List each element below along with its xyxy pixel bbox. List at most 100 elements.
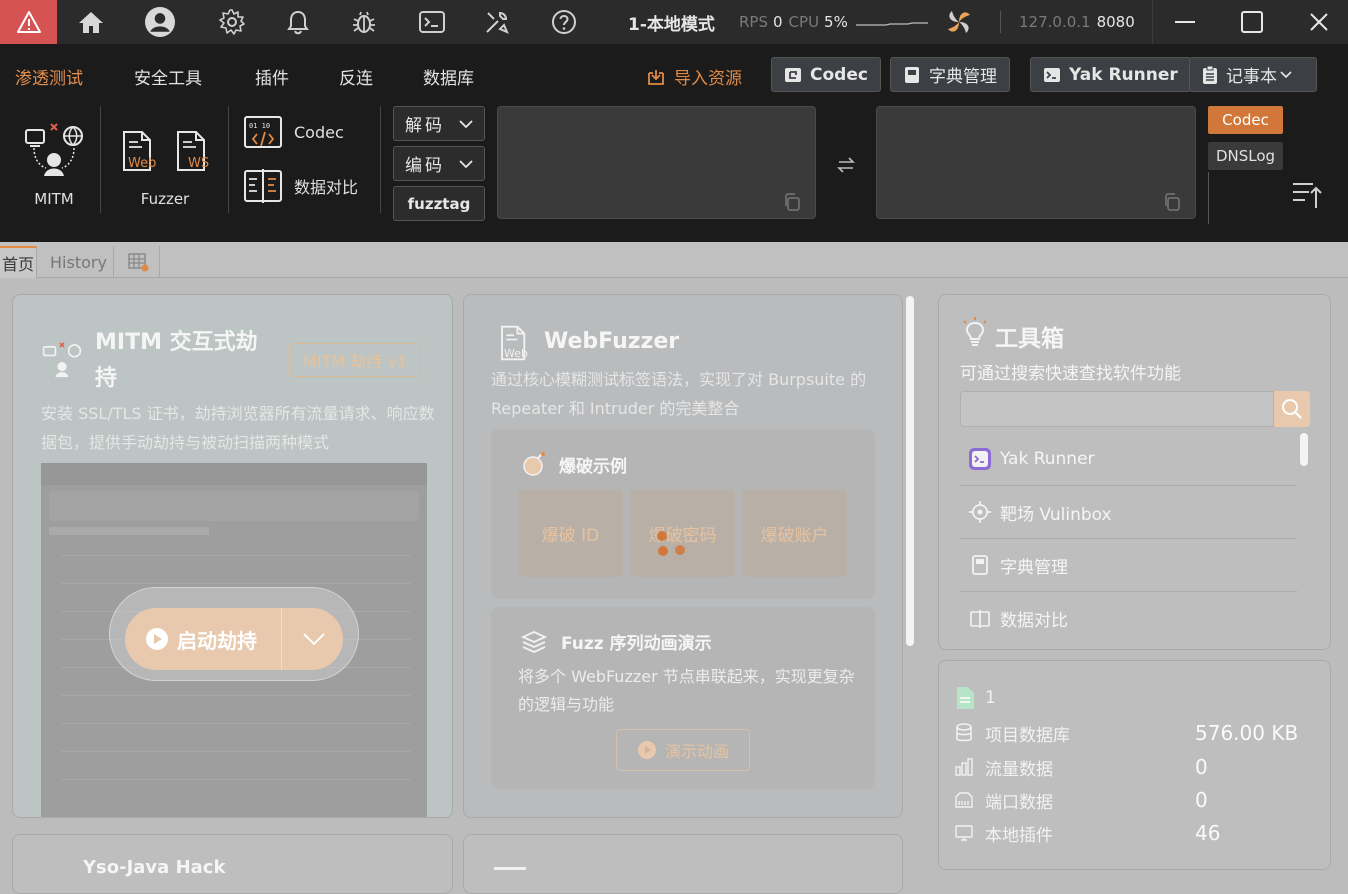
demo-animation-button[interactable]: 演示动画 [616,729,750,771]
mitm-tool[interactable]: MITM [22,122,86,208]
page-tab-bar: 首页 History [0,242,1348,278]
gear-icon [219,9,245,35]
info-label: 项目数据库 [985,725,1070,746]
tab-table[interactable] [116,246,160,278]
import-label: 导入资源 [674,69,742,89]
tools-button[interactable] [482,7,512,37]
menu-item-reverse[interactable]: 反连 [339,64,373,89]
help-button[interactable] [549,7,579,37]
swap-icon[interactable] [836,155,856,175]
cpu-label: CPU [788,13,820,31]
toolbox-description: 可通过搜索快速查找软件功能 [960,364,1181,384]
menu-item-pentest[interactable]: 渗透测试 [15,64,83,89]
toolbox-search-input[interactable] [960,391,1274,427]
plugin-logo-icon[interactable] [944,7,974,37]
tab-home[interactable]: 首页 [0,246,38,278]
burst-id-button[interactable]: 爆破 ID [518,489,623,577]
copy-icon[interactable] [1163,193,1181,211]
info-row-traffic: 流量数据 0 [955,752,1315,782]
menu-item-plugins[interactable]: 插件 [255,64,289,89]
project-name-row: 1 [955,683,1315,713]
burst-account-button[interactable]: 爆破账户 [742,489,847,577]
settings-button[interactable] [217,7,247,37]
dictionary-button-label: 字典管理 [929,67,997,87]
codec-icon: 01 10 [244,116,282,148]
demo-animation-label: 演示动画 [664,742,729,761]
help-icon [552,10,576,34]
collapse-icon[interactable] [1291,178,1323,210]
web-fuzzer-shortcut[interactable]: Web [120,130,156,172]
engine-mode[interactable]: 1-本地模式 [628,0,715,44]
compare-tool[interactable]: 数据对比 [243,167,358,205]
copy-icon[interactable] [783,193,801,211]
toolbox-item-vulinbox[interactable]: 靶场 Vulinbox [960,486,1297,539]
close-button[interactable] [1287,0,1348,44]
terminal-icon [419,11,445,33]
next-feature-card[interactable] [463,834,903,894]
codec-button[interactable]: Codec [771,57,881,92]
toolbox-item-label: 数据对比 [1000,611,1068,631]
debug-button[interactable] [349,7,379,37]
monitor-icon [955,825,973,841]
notepad-button[interactable]: 记事本 [1189,57,1317,92]
import-resource-button[interactable]: 导入资源 [646,64,742,89]
notifications-button[interactable] [283,7,313,37]
fuzzer-tool[interactable]: Web WS Fuzzer [120,130,210,208]
terminal-button[interactable] [417,7,447,37]
toolbox-scrollbar[interactable] [1300,433,1308,466]
ws-fuzzer-shortcut[interactable]: WS [174,130,210,172]
info-value: 46 [1195,821,1221,845]
user-button[interactable] [145,7,175,37]
home-button[interactable] [57,0,125,44]
toolbox-item-dictionary[interactable]: 字典管理 [960,539,1297,592]
minimize-button[interactable] [1152,0,1216,44]
dictionary-button[interactable]: 字典管理 [890,57,1010,92]
play-icon [146,628,168,650]
engine-stats: RPS 0 CPU 5% [739,0,974,44]
terminal-icon [969,448,991,470]
menu-item-security-tools[interactable]: 安全工具 [134,64,202,89]
info-row-database: 项目数据库 576.00 KB [955,718,1315,748]
toolbox-search-button[interactable] [1274,391,1310,427]
encode-select[interactable]: 编码 [393,146,485,181]
main-scrollbar[interactable] [906,296,914,646]
toolbox-item-compare[interactable]: 数据对比 [960,592,1297,645]
codec-output[interactable] [876,106,1196,219]
web-label: Web [128,156,157,171]
mitm-card[interactable]: MITM 交互式劫持 MITM 劫持 v1 安装 SSL/TLS 证书，劫持浏览… [12,294,453,818]
decode-select[interactable]: 解码 [393,106,485,141]
notepad-label: 记事本 [1226,67,1277,87]
side-tab-codec[interactable]: Codec [1208,106,1283,134]
mitm-icon [42,342,82,378]
chevron-down-icon[interactable] [301,631,327,647]
tab-history[interactable]: History [44,246,114,278]
maximize-button[interactable] [1220,0,1284,44]
side-tab-dnslog[interactable]: DNSLog [1208,142,1283,170]
loading-spinner-icon [657,531,685,556]
fuzztag-button[interactable]: fuzztag [393,186,485,221]
codec-button-label: Codec [810,64,868,85]
start-hijack-label: 启动劫持 [177,628,257,653]
fuzz-sequence-panel: Fuzz 序列动画演示 将多个 WebFuzzer 节点串联起来，实现更复杂的逻… [491,607,875,789]
yak-runner-button[interactable]: Yak Runner [1030,57,1191,92]
info-value: 0 [1195,788,1208,812]
yso-java-hack-card[interactable]: Yso-Java Hack [12,834,453,894]
maximize-icon [1241,11,1263,33]
burst-title-label: 爆破示例 [559,456,627,477]
codec-input[interactable] [497,106,816,219]
home-icon [79,12,103,33]
decode-label: 解码 [405,116,445,136]
codec-tool[interactable]: 01 10 Codec [243,114,344,150]
bar-chart-icon [955,758,973,776]
info-row-plugins: 本地插件 46 [955,818,1315,848]
yso-card-title: Yso-Java Hack [83,857,226,878]
codec-tool-label: Codec [294,122,344,142]
info-value: 576.00 KB [1195,721,1299,745]
toolbox-item-label: 靶场 Vulinbox [1000,504,1112,525]
info-label: 流量数据 [985,759,1053,780]
warning-button[interactable] [0,0,57,44]
start-hijack-button[interactable]: 启动劫持 [125,608,343,670]
toolbox-item-yak-runner[interactable]: Yak Runner [960,433,1297,486]
toolbox-card: 工具箱 可通过搜索快速查找软件功能 Yak Runner 靶场 Vulinbox… [938,294,1331,650]
menu-item-database[interactable]: 数据库 [423,64,474,89]
